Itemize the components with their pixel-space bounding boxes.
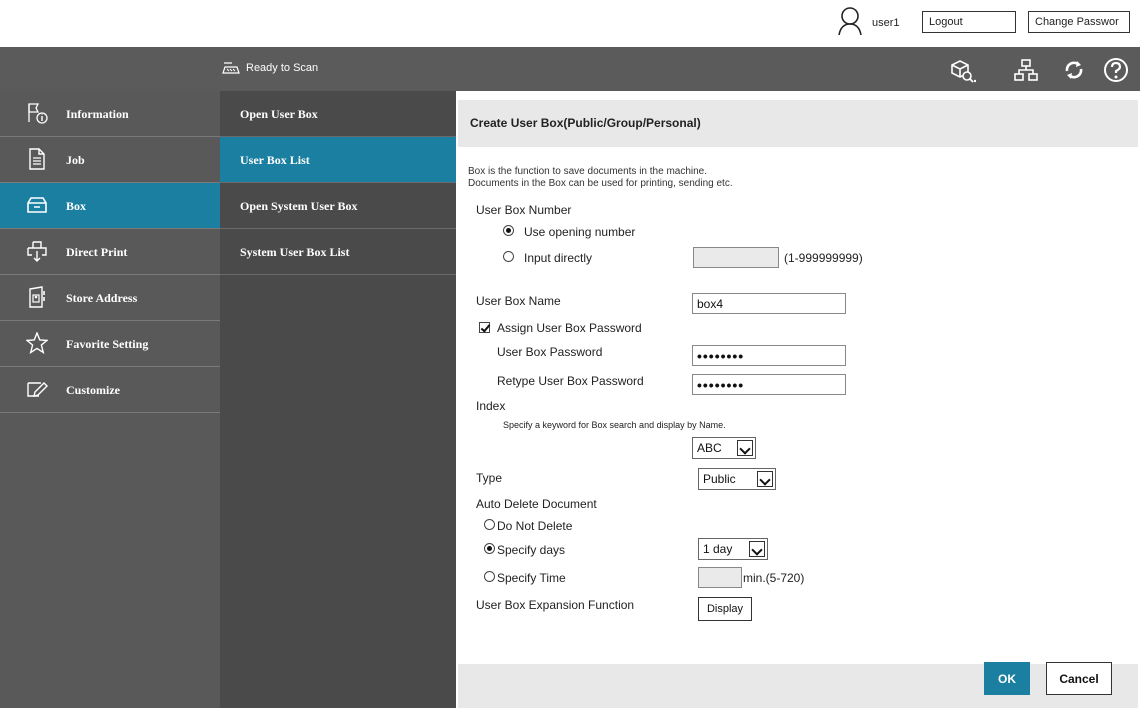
subnav-label: System User Box List	[240, 245, 350, 259]
days-select[interactable]: 1 day	[698, 538, 768, 560]
refresh-icon[interactable]	[1060, 56, 1088, 84]
nav-item-information[interactable]: Information	[0, 91, 220, 137]
auto-delete-label: Auto Delete Document	[476, 497, 597, 511]
subnav-label: Open User Box	[240, 107, 318, 121]
subnav-item-user-box-list[interactable]: User Box List	[220, 137, 456, 183]
type-label: Type	[476, 471, 503, 485]
type-select-value: Public	[703, 472, 736, 486]
scanner-icon	[222, 62, 240, 74]
nav-label: Information	[66, 107, 129, 121]
customize-icon	[27, 382, 48, 397]
store-address-icon	[29, 286, 45, 308]
top-user-bar: user1 Logout Change Passwor	[0, 0, 1140, 47]
do-not-delete-radio[interactable]	[484, 519, 495, 530]
nav-item-favorite-setting[interactable]: Favorite Setting	[0, 321, 220, 367]
box-icon	[27, 197, 47, 213]
days-select-value: 1 day	[703, 542, 733, 556]
index-label: Index	[476, 399, 506, 413]
cancel-button[interactable]: Cancel	[1046, 662, 1112, 695]
main-nav: Information Job Box Direct Print Store A…	[0, 91, 220, 708]
display-button[interactable]: Display	[698, 597, 752, 621]
specify-days-label: Specify days	[497, 543, 566, 557]
specify-days-radio[interactable]	[484, 543, 495, 554]
network-icon[interactable]	[1012, 56, 1040, 84]
user-icon	[838, 7, 862, 36]
retype-password-label: Retype User Box Password	[497, 374, 644, 388]
logout-button[interactable]: Logout	[922, 11, 1016, 33]
form-footer	[458, 664, 1138, 708]
box-password-label: User Box Password	[497, 345, 603, 359]
time-range-hint: min.(5-720)	[743, 571, 805, 585]
assign-password-label: Assign User Box Password	[497, 321, 642, 335]
use-opening-number-label: Use opening number	[524, 225, 636, 239]
specify-time-radio[interactable]	[484, 571, 495, 582]
description-line-1: Box is the function to save documents in…	[468, 166, 708, 177]
index-hint: Specify a keyword for Box search and dis…	[503, 420, 726, 430]
direct-print-icon	[27, 241, 47, 262]
retype-password-input[interactable]: ••••••••	[692, 374, 846, 395]
star-icon	[26, 332, 48, 354]
box-password-input[interactable]: ••••••••	[692, 345, 846, 366]
input-directly-label: Input directly	[524, 251, 593, 265]
change-password-button[interactable]: Change Passwor	[1028, 11, 1130, 33]
nav-item-direct-print[interactable]: Direct Print	[0, 229, 220, 275]
nav-item-job[interactable]: Job	[0, 137, 220, 183]
index-select-value: ABC	[697, 441, 722, 455]
page-title: Create User Box(Public/Group/Personal)	[470, 116, 701, 130]
do-not-delete-label: Do Not Delete	[497, 519, 573, 533]
username-label: user1	[872, 17, 900, 29]
nav-item-box[interactable]: Box	[0, 183, 220, 229]
type-select[interactable]: Public	[698, 468, 776, 490]
description-line-2: Documents in the Box can be used for pri…	[468, 178, 733, 189]
index-select[interactable]: ABC	[692, 437, 756, 459]
subnav-item-system-user-box-list[interactable]: System User Box List	[220, 229, 456, 275]
nav-label: Store Address	[66, 291, 138, 305]
subnav-item-open-system-user-box[interactable]: Open System User Box	[220, 183, 456, 229]
specify-time-label: Specify Time	[497, 571, 566, 585]
subnav-item-open-user-box[interactable]: Open User Box	[220, 91, 456, 137]
subnav-label: Open System User Box	[240, 199, 358, 213]
nav-label: Direct Print	[66, 245, 128, 259]
nav-label: Favorite Setting	[66, 337, 149, 351]
box-number-input[interactable]	[693, 247, 779, 268]
ok-button[interactable]: OK	[984, 662, 1030, 695]
scan-status-text: Ready to Scan	[246, 62, 319, 74]
nav-label: Job	[66, 153, 85, 167]
main-panel: Create User Box(Public/Group/Personal) B…	[456, 91, 1140, 708]
box-number-range-hint: (1-999999999)	[784, 251, 863, 265]
information-icon	[28, 103, 48, 124]
help-icon[interactable]	[1102, 56, 1130, 84]
subnav-label: User Box List	[240, 153, 310, 167]
box-name-label: User Box Name	[476, 294, 561, 308]
nav-label: Box	[66, 199, 87, 213]
chevron-down-icon	[757, 471, 773, 487]
nav-item-customize[interactable]: Customize	[0, 367, 220, 413]
assign-password-checkbox[interactable]	[479, 322, 490, 333]
box-name-input[interactable]	[692, 293, 846, 314]
nav-item-store-address[interactable]: Store Address	[0, 275, 220, 321]
expansion-function-label: User Box Expansion Function	[476, 598, 635, 612]
input-directly-radio[interactable]	[503, 251, 514, 262]
status-bar: Ready to Scan	[0, 47, 1140, 91]
search-device-icon[interactable]	[948, 56, 976, 84]
use-opening-number-radio[interactable]	[503, 225, 514, 236]
box-sub-nav: Open User Box User Box List Open System …	[220, 91, 456, 708]
page-header: Create User Box(Public/Group/Personal)	[458, 100, 1138, 147]
box-number-label: User Box Number	[476, 203, 572, 217]
nav-label: Customize	[66, 383, 120, 397]
time-input[interactable]	[698, 567, 742, 588]
chevron-down-icon	[749, 541, 765, 557]
job-icon	[29, 148, 45, 170]
chevron-down-icon	[737, 440, 753, 456]
